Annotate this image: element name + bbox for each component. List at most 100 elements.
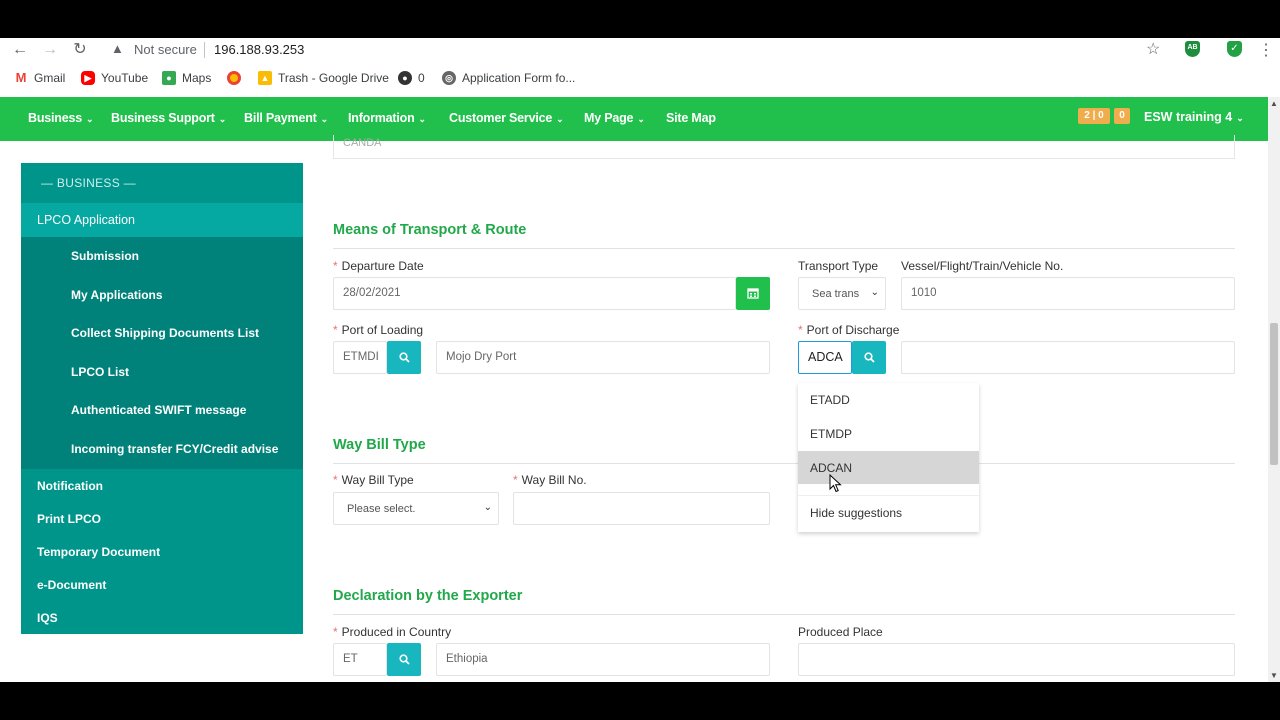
address-separator <box>204 42 205 58</box>
globe-icon: ◎ <box>442 71 456 85</box>
produced-country-label: * Produced in Country <box>333 625 452 639</box>
nav-bill-payment[interactable]: Bill Payment ⌄ <box>244 111 328 125</box>
sidebar-subitem-shipping-documents[interactable]: Collect Shipping Documents List <box>71 326 259 340</box>
suggestion-item-adcan[interactable]: ADCAN <box>798 451 979 484</box>
bookmark-chrome[interactable] <box>227 71 241 85</box>
notification-counter[interactable]: 2 | 0 <box>1078 108 1110 124</box>
scroll-thumb[interactable] <box>1270 323 1278 465</box>
drive-icon: ▲ <box>258 71 272 85</box>
sidebar-subitem-swift-message[interactable]: Authenticated SWIFT message <box>71 403 246 417</box>
back-icon[interactable]: ← <box>10 40 30 60</box>
section-divider <box>333 614 1235 615</box>
vessel-label: Vessel/Flight/Train/Vehicle No. <box>901 259 1064 273</box>
bookmark-drive[interactable]: ▲ Trash - Google Drive <box>258 71 389 85</box>
sidebar-item-temporary-document[interactable]: Temporary Document <box>37 545 160 559</box>
sidebar-subitem-lpco-list[interactable]: LPCO List <box>71 365 129 379</box>
previous-field[interactable]: CANDA <box>333 135 1235 159</box>
nav-information[interactable]: Information ⌄ <box>348 111 426 125</box>
suggestion-item-etadd[interactable]: ETADD <box>798 383 979 416</box>
security-label[interactable]: Not secure <box>134 42 197 57</box>
port-loading-name-input[interactable]: Mojo Dry Port <box>436 341 770 374</box>
section-title-waybill: Way Bill Type <box>333 437 426 453</box>
calendar-button[interactable] <box>736 277 770 310</box>
sidebar-item-print-lpco[interactable]: Print LPCO <box>37 512 101 526</box>
sidebar-item-iqs[interactable]: IQS <box>37 611 58 625</box>
chevron-down-icon: ⌄ <box>637 114 645 124</box>
produced-country-name-input[interactable]: Ethiopia <box>436 643 770 676</box>
page-scrollbar[interactable]: ▲ ▼ <box>1268 97 1280 682</box>
chevron-down-icon: ⌄ <box>870 287 879 298</box>
address-bar: ← → ↻ ▲ Not secure 196.188.93.253 ☆ AB ✓… <box>0 38 1280 62</box>
menu-kebab-icon[interactable]: ⋮ <box>1258 40 1274 60</box>
transport-type-select[interactable]: Sea trans ⌄ <box>798 277 886 310</box>
hide-suggestions-button[interactable]: Hide suggestions <box>798 495 979 528</box>
produced-place-input[interactable] <box>798 643 1235 676</box>
message-counter[interactable]: 0 <box>1114 108 1130 124</box>
sidebar: — BUSINESS — LPCO Application Submission… <box>21 163 303 634</box>
shield-extension-icon[interactable]: ✓ <box>1227 41 1242 57</box>
departure-date-label: * Departure Date <box>333 259 424 273</box>
port-loading-code-input[interactable]: ETMDI <box>333 341 387 374</box>
github-icon: ● <box>398 71 412 85</box>
port-discharge-name-input[interactable] <box>901 341 1235 374</box>
nav-customer-service[interactable]: Customer Service ⌄ <box>449 111 564 125</box>
sidebar-submenu: Submission My Applications Collect Shipp… <box>21 237 303 469</box>
vessel-input[interactable]: 1010 <box>901 277 1235 310</box>
bookmark-application-form[interactable]: ◎ Application Form fo... <box>442 71 575 85</box>
scroll-down-arrow-icon[interactable]: ▼ <box>1270 671 1278 680</box>
port-discharge-search-button[interactable] <box>852 341 886 374</box>
letterbox-bottom <box>0 682 1280 720</box>
sidebar-item-label: LPCO Application <box>37 213 135 227</box>
bookmark-maps[interactable]: ● Maps <box>162 71 211 85</box>
sidebar-subitem-my-applications[interactable]: My Applications <box>71 288 163 302</box>
sidebar-subitem-submission[interactable]: Submission <box>71 249 139 263</box>
url-field[interactable]: 196.188.93.253 <box>214 42 304 57</box>
waybill-type-select[interactable]: Please select. ⌄ <box>333 492 499 525</box>
produced-country-search-button[interactable] <box>387 643 421 676</box>
departure-date-input[interactable]: 28/02/2021 <box>333 277 736 310</box>
bookmark-label: YouTube <box>101 71 149 85</box>
bookmark-label: Gmail <box>34 71 66 85</box>
bookmark-github[interactable]: ● 0 <box>398 71 425 85</box>
section-title-transport: Means of Transport & Route <box>333 222 527 238</box>
port-loading-search-button[interactable] <box>387 341 421 374</box>
forward-icon[interactable]: → <box>40 40 60 60</box>
bookmark-star-icon[interactable]: ☆ <box>1146 39 1160 59</box>
adblock-extension-icon[interactable]: AB <box>1185 41 1200 57</box>
sidebar-item-e-document[interactable]: e-Document <box>37 578 106 592</box>
scroll-up-arrow-icon[interactable]: ▲ <box>1270 99 1278 108</box>
section-divider <box>333 463 1235 464</box>
sidebar-header: — BUSINESS — <box>41 176 136 190</box>
sidebar-item-lpco-application[interactable]: LPCO Application <box>21 203 303 237</box>
gmail-icon: M <box>14 70 28 85</box>
section-divider <box>333 248 1235 249</box>
chevron-down-icon: ⌄ <box>320 114 329 124</box>
transport-type-label: Transport Type <box>798 259 879 273</box>
nav-my-page[interactable]: My Page ⌄ <box>584 111 645 125</box>
search-icon <box>863 352 875 363</box>
nav-business-support[interactable]: Business Support ⌄ <box>111 111 226 125</box>
suggestion-item-etmdp[interactable]: ETMDP <box>798 417 979 450</box>
user-menu[interactable]: ESW training 4 ⌄ <box>1144 110 1244 124</box>
chevron-down-icon: ⌄ <box>483 502 492 513</box>
chevron-down-icon: ⌄ <box>556 114 564 124</box>
waybill-no-input[interactable] <box>513 492 770 525</box>
bookmark-label: Trash - Google Drive <box>278 71 389 85</box>
autocomplete-suggestions: ETADD ETMDP ADCAN Hide suggestions <box>798 383 979 532</box>
chevron-down-icon: ⌄ <box>418 114 427 124</box>
sidebar-item-notification[interactable]: Notification <box>37 479 103 493</box>
bookmark-gmail[interactable]: M Gmail <box>14 71 65 85</box>
warning-icon[interactable]: ▲ <box>111 41 124 56</box>
sidebar-subitem-incoming-transfer[interactable]: Incoming transfer FCY/Credit advise <box>71 442 278 456</box>
port-discharge-code-input[interactable]: ADCA <box>798 341 852 374</box>
waybill-type-label: * Way Bill Type <box>333 473 414 487</box>
nav-site-map[interactable]: Site Map <box>666 111 716 125</box>
bookmark-youtube[interactable]: ▶ YouTube <box>81 71 148 85</box>
youtube-icon: ▶ <box>81 71 95 85</box>
produced-country-code-input[interactable]: ET <box>333 643 387 676</box>
mouse-cursor-icon <box>829 474 842 493</box>
produced-place-label: Produced Place <box>798 625 883 639</box>
reload-icon[interactable]: ↻ <box>70 40 90 60</box>
port-discharge-label: * Port of Discharge <box>798 323 900 337</box>
nav-business[interactable]: Business ⌄ <box>28 111 94 125</box>
